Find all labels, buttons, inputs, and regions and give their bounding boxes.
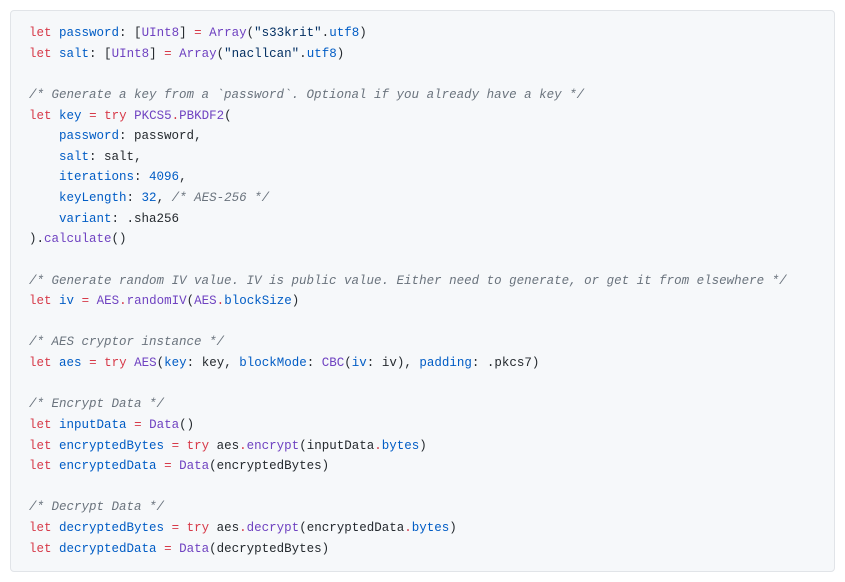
type: UInt8	[142, 26, 180, 40]
code-block: let password: [UInt8] = Array("s33krit".…	[10, 10, 835, 572]
code-line: variant: .sha256	[59, 212, 179, 226]
keyword: let	[29, 26, 52, 40]
code-line: let iv = AES.randomIV(AES.blockSize)	[29, 294, 299, 308]
comment: /* AES cryptor instance */	[29, 335, 224, 349]
code-line: let password: [UInt8] = Array("s33krit".…	[29, 26, 367, 40]
identifier: password	[59, 26, 119, 40]
code-line: ).calculate()	[29, 232, 127, 246]
function: Array	[209, 26, 247, 40]
comment: /* Generate a key from a `password`. Opt…	[29, 88, 584, 102]
code-line: password: password,	[59, 129, 202, 143]
code-line: let encryptedBytes = try aes.encrypt(inp…	[29, 439, 427, 453]
code-line: let key = try PKCS5.PBKDF2(	[29, 109, 232, 123]
code-line: iterations: 4096,	[59, 170, 187, 184]
string: "s33krit"	[254, 26, 322, 40]
code-line: let decryptedData = Data(decryptedBytes)	[29, 542, 329, 556]
code-line: let decryptedBytes = try aes.decrypt(enc…	[29, 521, 457, 535]
code-line: let aes = try AES(key: key, blockMode: C…	[29, 356, 539, 370]
code-line: salt: salt,	[59, 150, 142, 164]
comment: /* Generate random IV value. IV is publi…	[29, 274, 787, 288]
code-line: keyLength: 32, /* AES-256 */	[59, 191, 269, 205]
code-line: let inputData = Data()	[29, 418, 194, 432]
comment: /* Encrypt Data */	[29, 397, 164, 411]
code-line: let encryptedData = Data(encryptedBytes)	[29, 459, 329, 473]
comment: /* Decrypt Data */	[29, 500, 164, 514]
code-line: let salt: [UInt8] = Array("nacllcan".utf…	[29, 47, 344, 61]
